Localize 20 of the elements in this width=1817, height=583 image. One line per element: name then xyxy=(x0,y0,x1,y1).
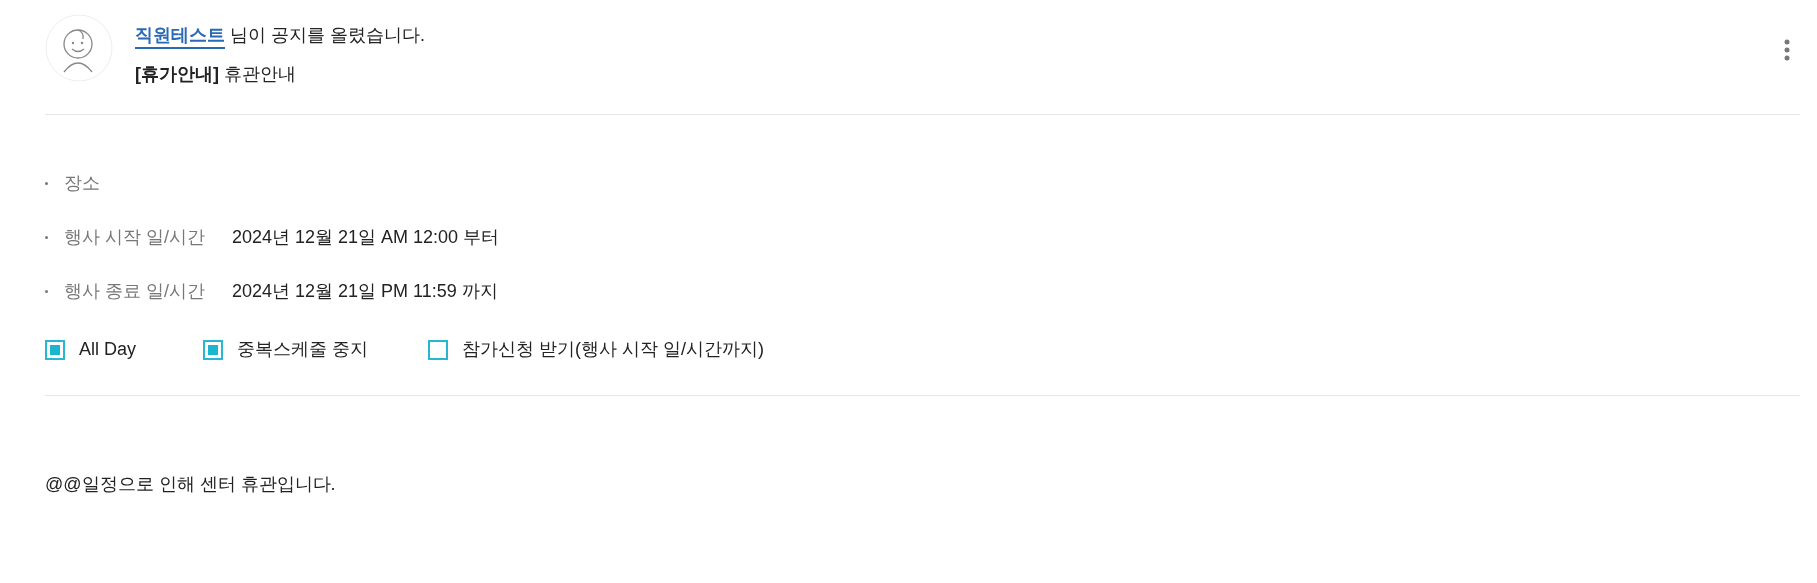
checkbox-label: All Day xyxy=(79,338,136,361)
detail-label: 행사 종료 일/시간 xyxy=(64,280,206,303)
checkbox[interactable] xyxy=(45,339,65,360)
bullet-icon xyxy=(45,235,48,239)
more-menu-icon[interactable] xyxy=(1784,39,1790,61)
bullet-icon xyxy=(45,181,48,185)
author-link[interactable]: 직원테스트 xyxy=(135,22,225,49)
detail-value: 2024년 12월 21일 AM 12:00 부터 xyxy=(232,226,500,249)
notice-body: @@일정으로 인해 센터 휴관입니다. xyxy=(45,473,337,496)
checkbox[interactable] xyxy=(203,339,223,360)
checkbox-label: 중복스케줄 중지 xyxy=(237,338,368,361)
avatar-icon xyxy=(45,14,113,82)
notice-message: 님이 공지를 올렸습니다. xyxy=(230,24,425,47)
checkbox-label: 참가신청 받기(행사 시작 일/시간까지) xyxy=(462,338,764,361)
detail-label: 장소 xyxy=(64,172,101,195)
checkbox[interactable] xyxy=(428,339,448,360)
notice-title: [휴가안내] 휴관안내 xyxy=(135,63,297,86)
detail-label: 행사 시작 일/시간 xyxy=(64,226,206,249)
bullet-icon xyxy=(45,289,48,293)
detail-value: 2024년 12월 21일 PM 11:59 까지 xyxy=(232,280,498,303)
